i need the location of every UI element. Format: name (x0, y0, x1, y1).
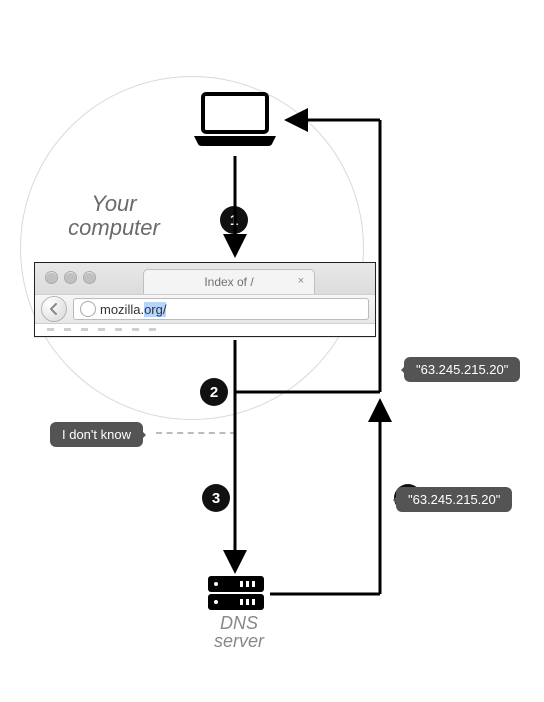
ip-bubble-top: "63.245.215.20" (404, 357, 520, 382)
your-computer-text: Your computer (68, 191, 160, 240)
dashed-connector (156, 432, 236, 434)
step-3-badge: 3 (202, 484, 230, 512)
window-minimize-icon[interactable] (64, 271, 77, 284)
tab-title: Index of / (204, 275, 253, 289)
url-selected: org/ (144, 302, 166, 317)
dns-server-label: DNS server (194, 614, 284, 650)
window-zoom-icon[interactable] (83, 271, 96, 284)
browser-toolbar: mozilla.org/ (35, 294, 375, 324)
ip-bubble-bottom: "63.245.215.20" (396, 487, 512, 512)
url-text: mozilla.org/ (100, 302, 166, 317)
browser-window: Index of / × mozilla.org/ (34, 262, 376, 337)
tab-close-icon[interactable]: × (294, 274, 308, 288)
laptop-icon (190, 92, 280, 147)
your-computer-label: Your computer (54, 192, 174, 240)
browser-titlebar: Index of / × (35, 263, 375, 294)
back-button[interactable] (41, 296, 67, 322)
step-1-badge: 1 (220, 206, 248, 234)
step-2-badge: 2 (200, 378, 228, 406)
url-plain: mozilla. (100, 302, 144, 317)
browser-content (35, 324, 375, 336)
window-controls (45, 271, 96, 284)
site-identity-icon (80, 301, 96, 317)
browser-tab[interactable]: Index of / × (143, 269, 315, 294)
address-bar[interactable]: mozilla.org/ (73, 298, 369, 320)
dns-server-icon (206, 574, 266, 614)
window-close-icon[interactable] (45, 271, 58, 284)
unknown-bubble: I don't know (50, 422, 143, 447)
